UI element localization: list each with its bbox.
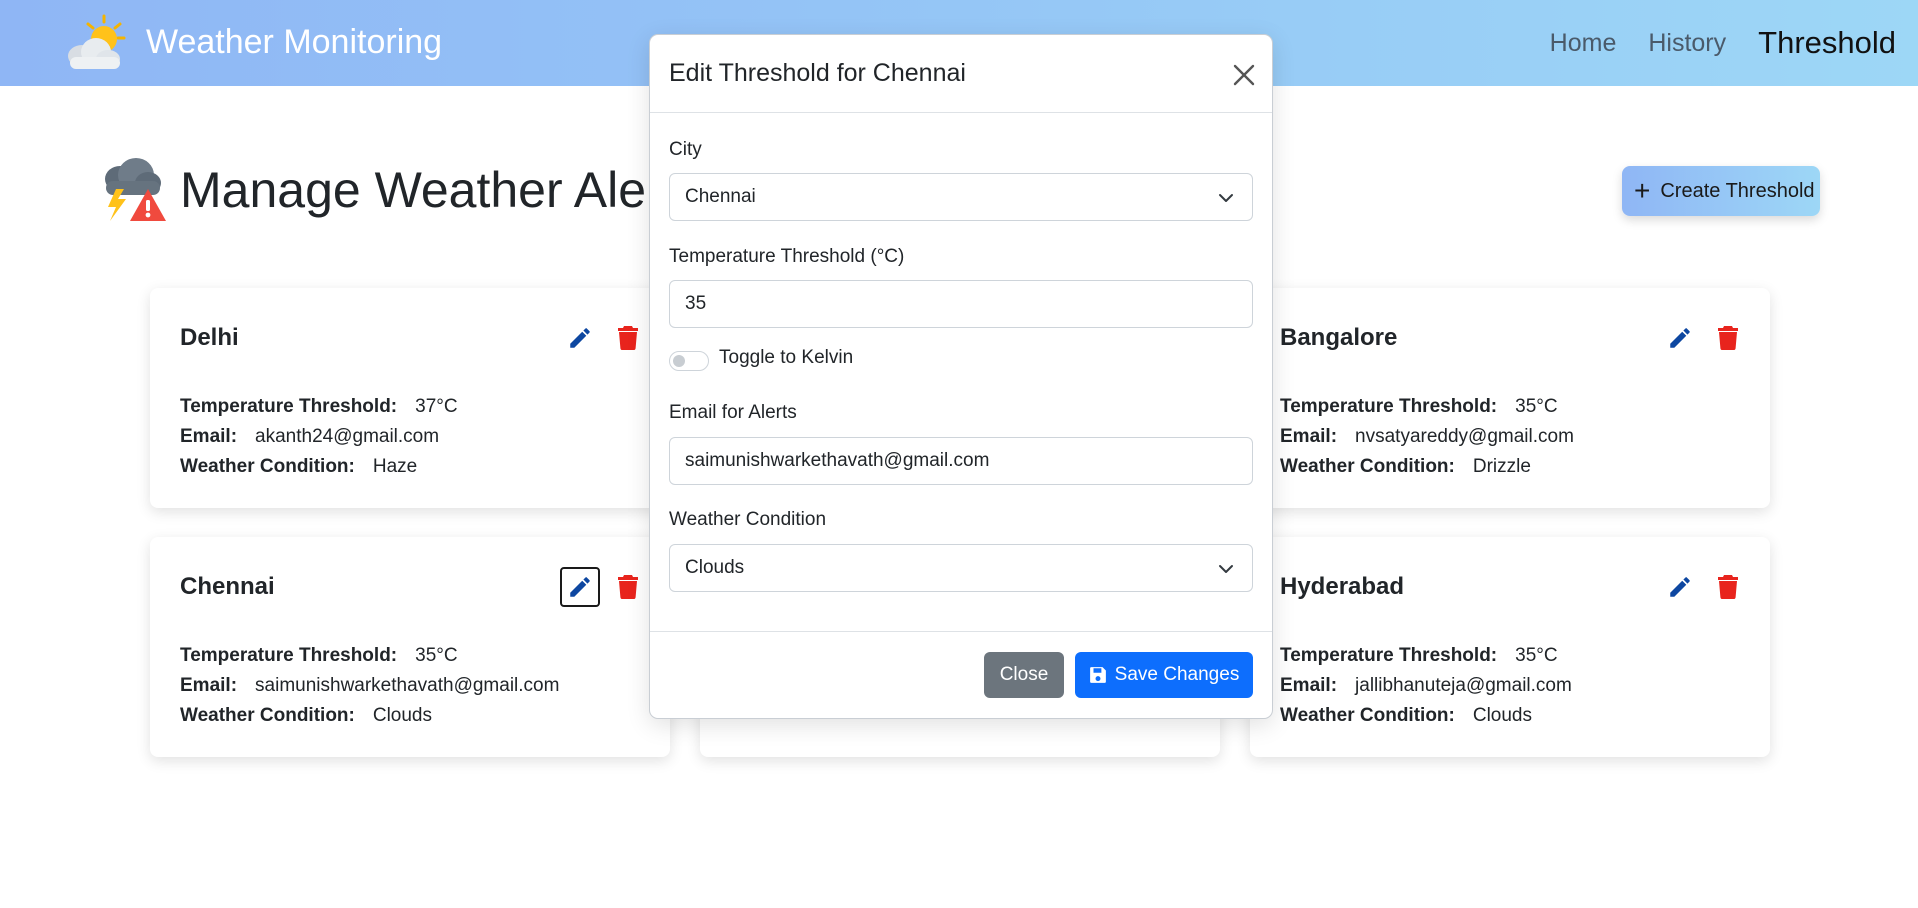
- close-button[interactable]: Close: [984, 652, 1064, 698]
- floppy-disk-icon: [1089, 667, 1106, 683]
- email-input-value: saimunishwarkethavath@gmail.com: [685, 450, 990, 471]
- save-changes-button[interactable]: Save Changes: [1075, 652, 1253, 698]
- save-changes-label: Save Changes: [1114, 664, 1240, 685]
- modal-footer: Close Save Changes: [650, 631, 1272, 720]
- modal-title: Edit Threshold for Chennai: [669, 59, 966, 87]
- email-input[interactable]: saimunishwarkethavath@gmail.com: [669, 437, 1253, 485]
- chevron-down-icon: [1219, 194, 1233, 202]
- email-for-alerts-label: Email for Alerts: [669, 402, 797, 423]
- chevron-down-icon: [1219, 565, 1233, 573]
- modal-header: Edit Threshold for Chennai: [650, 35, 1272, 113]
- close-icon[interactable]: [1230, 61, 1258, 89]
- temperature-threshold-value: 35: [685, 293, 707, 314]
- city-select[interactable]: Chennai: [669, 173, 1253, 221]
- toggle-knob: [673, 355, 685, 367]
- weather-condition-label: Weather Condition: [669, 509, 827, 530]
- edit-threshold-modal: Edit Threshold for Chennai City Chennai …: [649, 34, 1273, 719]
- kelvin-toggle-label[interactable]: Toggle to Kelvin: [719, 347, 853, 369]
- weather-condition-select[interactable]: Clouds: [669, 544, 1253, 592]
- kelvin-toggle[interactable]: [669, 351, 709, 371]
- temperature-threshold-input[interactable]: 35: [669, 280, 1253, 328]
- temperature-threshold-label: Temperature Threshold (°C): [669, 246, 905, 267]
- city-label: City: [669, 139, 702, 160]
- weather-condition-select-value: Clouds: [685, 557, 745, 578]
- city-select-value: Chennai: [685, 186, 756, 207]
